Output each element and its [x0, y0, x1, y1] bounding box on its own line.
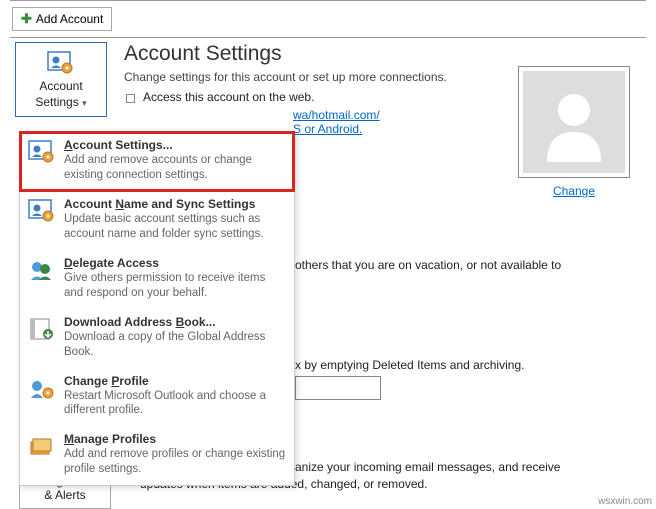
menu-title: Account Settings...: [64, 138, 286, 152]
account-settings-menu: Account Settings... Add and remove accou…: [19, 131, 295, 486]
owa-link[interactable]: wa/hotmail.com/: [293, 108, 380, 122]
menu-title: Delegate Access: [64, 256, 286, 270]
mailbox-text: x by emptying Deleted Items and archivin…: [295, 358, 635, 372]
chevron-down-icon: ▾: [82, 98, 87, 108]
name-sync-icon: [28, 197, 56, 225]
plus-icon: ✚: [21, 11, 32, 27]
mailbox-input[interactable]: [295, 376, 381, 400]
account-settings-item-icon: [28, 138, 56, 166]
menu-delegate-access[interactable]: Delegate Access Give others permission t…: [20, 250, 294, 309]
menu-sub: Give others permission to receive items …: [64, 271, 286, 301]
menu-name-sync[interactable]: Account Name and Sync Settings Update ba…: [20, 191, 294, 250]
menu-sub: Update basic account settings such as ac…: [64, 212, 286, 242]
delegate-icon: [28, 256, 56, 284]
menu-sub: Restart Microsoft Outlook and choose a d…: [64, 389, 286, 419]
vacation-text: others that you are on vacation, or not …: [295, 258, 635, 272]
menu-title: Download Address Book...: [64, 315, 286, 329]
menu-title: Change Profile: [64, 374, 286, 388]
rules-text-1: anize your incoming email messages, and …: [295, 460, 645, 474]
watermark: wsxwin.com: [598, 496, 652, 507]
menu-download-address-book[interactable]: Download Address Book... Download a copy…: [20, 309, 294, 368]
add-account-button[interactable]: ✚ Add Account: [12, 7, 112, 31]
mobile-link[interactable]: S or Android.: [293, 122, 362, 136]
add-account-label: Add Account: [36, 12, 103, 26]
bullet-text: Access this account on the web.: [143, 90, 314, 104]
address-book-icon: [28, 315, 56, 343]
menu-sub: Add and remove profiles or change existi…: [64, 447, 286, 477]
menu-title: Account Name and Sync Settings: [64, 197, 286, 211]
menu-manage-profiles[interactable]: Manage Profiles Add and remove profiles …: [20, 426, 294, 485]
page-title: Account Settings: [124, 42, 496, 66]
menu-account-settings[interactable]: Account Settings... Add and remove accou…: [20, 132, 294, 191]
person-placeholder-icon: [539, 82, 609, 162]
account-settings-icon: [47, 49, 75, 77]
account-photo: [518, 66, 630, 178]
bullet-icon: [126, 94, 135, 103]
menu-title: Manage Profiles: [64, 432, 286, 446]
change-profile-icon: [28, 374, 56, 402]
manage-profiles-icon: [28, 432, 56, 460]
page-subtitle: Change settings for this account or set …: [124, 70, 496, 84]
menu-change-profile[interactable]: Change Profile Restart Microsoft Outlook…: [20, 368, 294, 427]
menu-sub: Download a copy of the Global Address Bo…: [64, 330, 286, 360]
change-photo-link[interactable]: Change: [553, 184, 595, 198]
account-settings-button[interactable]: Account Settings ▾: [15, 42, 107, 117]
menu-sub: Add and remove accounts or change existi…: [64, 153, 286, 183]
